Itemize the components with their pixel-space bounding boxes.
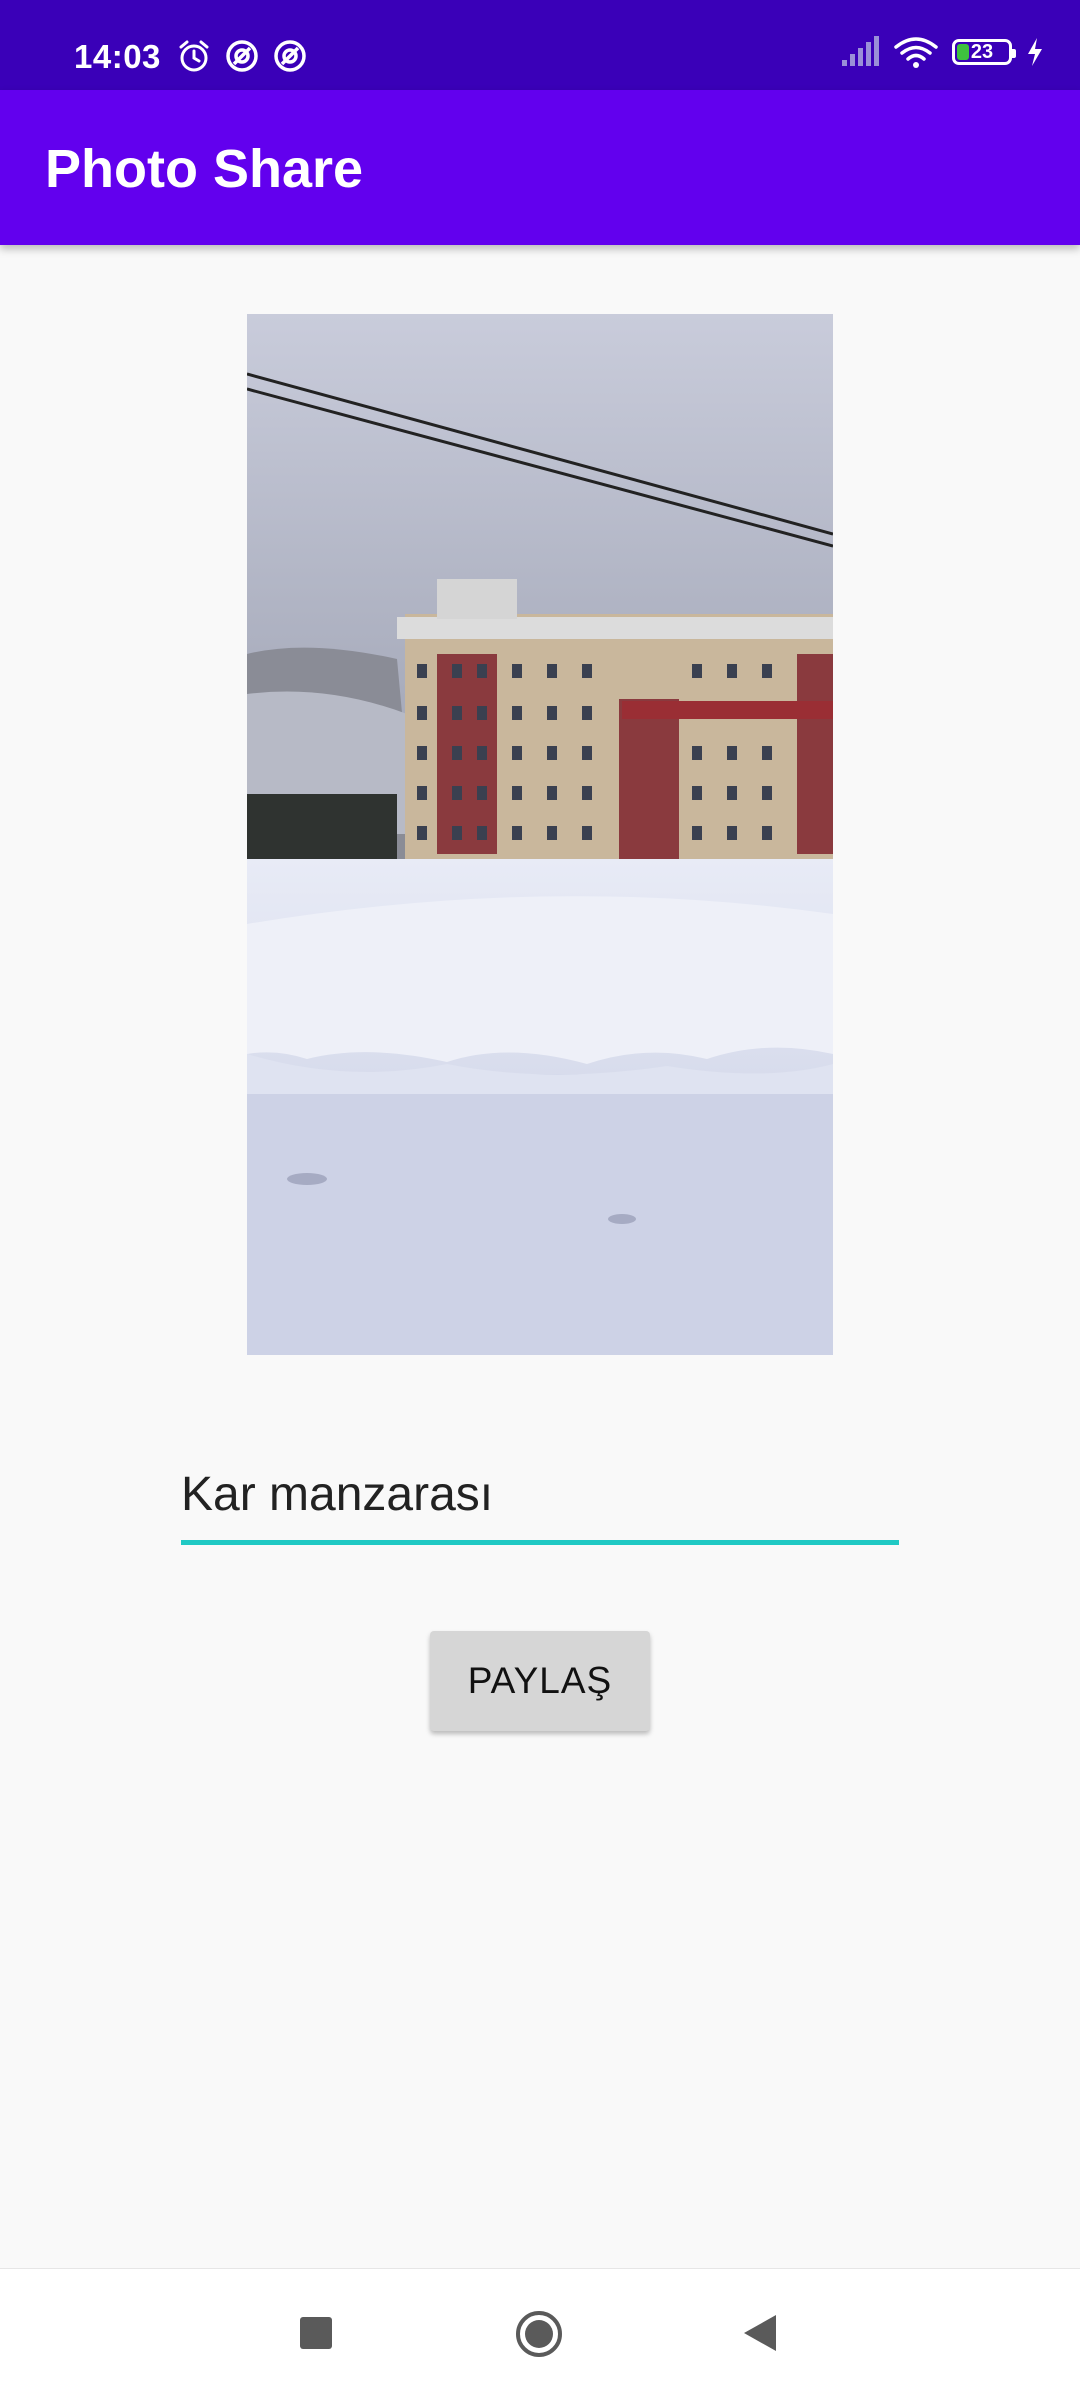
status-indicators: 23: [840, 35, 1044, 69]
battery-icon: 23: [952, 39, 1016, 65]
recents-icon[interactable]: [300, 2317, 332, 2349]
notification-icons: [176, 38, 308, 74]
share-button[interactable]: PAYLAŞ: [430, 1631, 650, 1731]
caption-input[interactable]: [181, 1448, 899, 1545]
photo-image: [247, 314, 833, 1355]
app-title: Photo Share: [45, 139, 364, 199]
battery-level: 23: [970, 40, 994, 63]
charging-icon: [1028, 38, 1042, 66]
status-bar: 14:03 23: [0, 0, 1080, 90]
status-time: 14:03: [74, 38, 161, 75]
signal-icon: [842, 36, 879, 66]
wifi-icon: [894, 37, 938, 68]
home-icon[interactable]: [516, 2311, 562, 2357]
selected-photo[interactable]: [247, 314, 833, 1355]
app-bar: Photo Share: [0, 90, 1080, 245]
battery-fill: [957, 44, 970, 60]
alarm-icon: [179, 40, 209, 72]
app-notification-icon: [226, 40, 258, 72]
back-icon[interactable]: [742, 2313, 778, 2353]
app-notification-icon: [274, 40, 306, 72]
